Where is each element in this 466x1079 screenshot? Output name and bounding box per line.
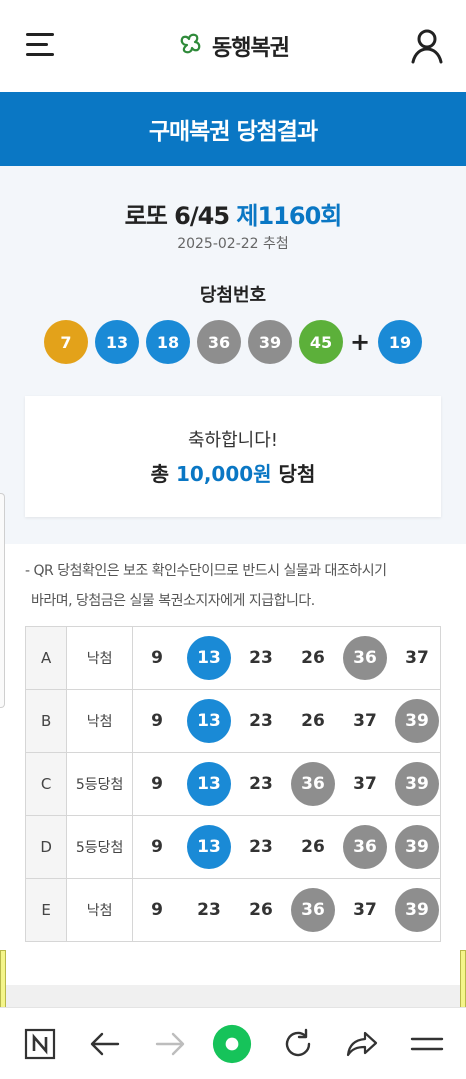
ticket-number: 9 bbox=[151, 837, 163, 857]
matched-number: 13 bbox=[187, 699, 231, 743]
back-arrow-icon[interactable] bbox=[85, 1024, 125, 1064]
ticket-number: 26 bbox=[301, 837, 325, 857]
ticket-number: 9 bbox=[151, 774, 163, 794]
winning-numbers-label: 당첨번호 bbox=[199, 285, 267, 306]
user-icon[interactable] bbox=[410, 28, 444, 64]
ticket-row-numbers: 9 13 23 26 37 39 bbox=[132, 689, 441, 753]
ticket-number: 23 bbox=[249, 837, 273, 857]
winning-ball: 36 bbox=[197, 320, 241, 364]
notice-line: - QR 당첨확인은 보조 확인수단이므로 반드시 실물과 대조하시기 bbox=[25, 563, 387, 579]
congrats-message: 축하합니다! bbox=[187, 430, 278, 451]
plus-sign: + bbox=[349, 328, 371, 356]
matched-number: 36 bbox=[291, 762, 335, 806]
matched-number: 39 bbox=[395, 762, 439, 806]
matched-number: 36 bbox=[343, 825, 387, 869]
ticket-number: 23 bbox=[249, 774, 273, 794]
home-dot-icon[interactable] bbox=[212, 1024, 252, 1064]
ticket-number: 9 bbox=[151, 711, 163, 731]
matched-number: 13 bbox=[187, 825, 231, 869]
ticket-row-result: 5등당첨 bbox=[66, 815, 133, 879]
ticket-row-label: D bbox=[24, 815, 68, 879]
ticket-row-result: 낙첨 bbox=[66, 689, 133, 753]
ticket-row: D 5등당첨 9 13 23 26 36 39 bbox=[24, 815, 441, 879]
prize-total: 총 10,000원 당첨 bbox=[25, 458, 441, 487]
matched-number: 13 bbox=[187, 762, 231, 806]
game-name: 로또 6/45 bbox=[124, 202, 230, 230]
logo[interactable]: 동행복권 bbox=[178, 30, 290, 62]
ticket-number: 37 bbox=[353, 774, 377, 794]
ticket-row-label: C bbox=[24, 752, 68, 816]
qr-notice: - QR 당첨확인은 보조 확인수단이므로 반드시 실물과 대조하시기 바라며,… bbox=[25, 556, 445, 616]
naver-n-icon[interactable] bbox=[20, 1024, 60, 1064]
prize-card: 축하합니다! 총 10,000원 당첨 bbox=[25, 396, 441, 517]
hamburger-menu-icon[interactable] bbox=[26, 33, 54, 57]
ticket-number: 26 bbox=[249, 900, 273, 920]
forward-arrow-icon[interactable] bbox=[150, 1024, 190, 1064]
prize-prefix: 총 bbox=[150, 462, 170, 486]
ticket-number: 23 bbox=[249, 648, 273, 668]
ticket-row-numbers: 9 13 23 36 37 39 bbox=[132, 752, 441, 816]
ticket-row: E 낙첨 9 23 26 36 37 39 bbox=[24, 878, 441, 942]
page-title-band: 구매복권 당첨결과 bbox=[0, 92, 466, 166]
logo-text: 동행복권 bbox=[212, 36, 290, 61]
ticket-row: C 5등당첨 9 13 23 36 37 39 bbox=[24, 752, 441, 816]
ticket-table: A 낙첨 9 13 23 26 36 37 B 낙첨 9 13 23 26 37 39 C 5등당첨 9 13 23 36… bbox=[24, 626, 441, 942]
refresh-icon[interactable] bbox=[278, 1024, 318, 1064]
ticket-row-label: B bbox=[24, 689, 68, 753]
footer-band bbox=[0, 985, 466, 1007]
ticket-row-numbers: 9 13 23 26 36 39 bbox=[132, 815, 441, 879]
edge-handle-right[interactable] bbox=[460, 950, 466, 1012]
ticket-number: 37 bbox=[353, 900, 377, 920]
draw-date: 2025-02-22 추첨 bbox=[177, 236, 289, 252]
matched-number: 39 bbox=[395, 699, 439, 743]
winning-ball: 13 bbox=[95, 320, 139, 364]
ticket-row-result: 낙첨 bbox=[66, 878, 133, 942]
ticket-number: 9 bbox=[151, 900, 163, 920]
round-number: 제1160회 bbox=[236, 202, 342, 230]
matched-number: 36 bbox=[343, 636, 387, 680]
ticket-number: 23 bbox=[249, 711, 273, 731]
ticket-number: 26 bbox=[301, 711, 325, 731]
winning-ball: 45 bbox=[299, 320, 343, 364]
notice-line: 바라며, 당첨금은 실물 복권소지자에게 지급합니다. bbox=[31, 593, 315, 609]
ticket-number: 9 bbox=[151, 648, 163, 668]
winning-ball: 18 bbox=[146, 320, 190, 364]
edge-handle-left[interactable] bbox=[0, 950, 6, 1012]
draw-round-title: 로또 6/45 제1160회 bbox=[0, 196, 466, 231]
matched-number: 13 bbox=[187, 636, 231, 680]
menu-lines-icon[interactable] bbox=[407, 1024, 447, 1064]
ticket-row-label: A bbox=[24, 626, 68, 690]
side-handle[interactable] bbox=[0, 493, 5, 708]
matched-number: 39 bbox=[395, 825, 439, 869]
winning-ball: 7 bbox=[44, 320, 88, 364]
prize-suffix: 당첨 bbox=[278, 462, 316, 486]
browser-toolbar bbox=[0, 1007, 466, 1079]
ticket-row-result: 낙첨 bbox=[66, 626, 133, 690]
bonus-ball: 19 bbox=[378, 320, 422, 364]
share-icon[interactable] bbox=[342, 1024, 382, 1064]
ticket-row-label: E bbox=[24, 878, 68, 942]
prize-amount: 10,000원 bbox=[176, 462, 272, 486]
matched-number: 36 bbox=[291, 888, 335, 932]
ticket-row: B 낙첨 9 13 23 26 37 39 bbox=[24, 689, 441, 753]
ticket-number: 23 bbox=[197, 900, 221, 920]
matched-number: 39 bbox=[395, 888, 439, 932]
ticket-number: 37 bbox=[405, 648, 429, 668]
ticket-row-result: 5등당첨 bbox=[66, 752, 133, 816]
clover-logo-icon bbox=[180, 33, 201, 54]
ticket-number: 37 bbox=[353, 711, 377, 731]
winning-ball: 39 bbox=[248, 320, 292, 364]
ticket-row-numbers: 9 23 26 36 37 39 bbox=[132, 878, 441, 942]
top-app-bar: 동행복권 bbox=[0, 0, 466, 92]
page-title: 구매복권 당첨결과 bbox=[148, 119, 318, 145]
ticket-row: A 낙첨 9 13 23 26 36 37 bbox=[24, 626, 441, 690]
ticket-number: 26 bbox=[301, 648, 325, 668]
ticket-row-numbers: 9 13 23 26 36 37 bbox=[132, 626, 441, 690]
